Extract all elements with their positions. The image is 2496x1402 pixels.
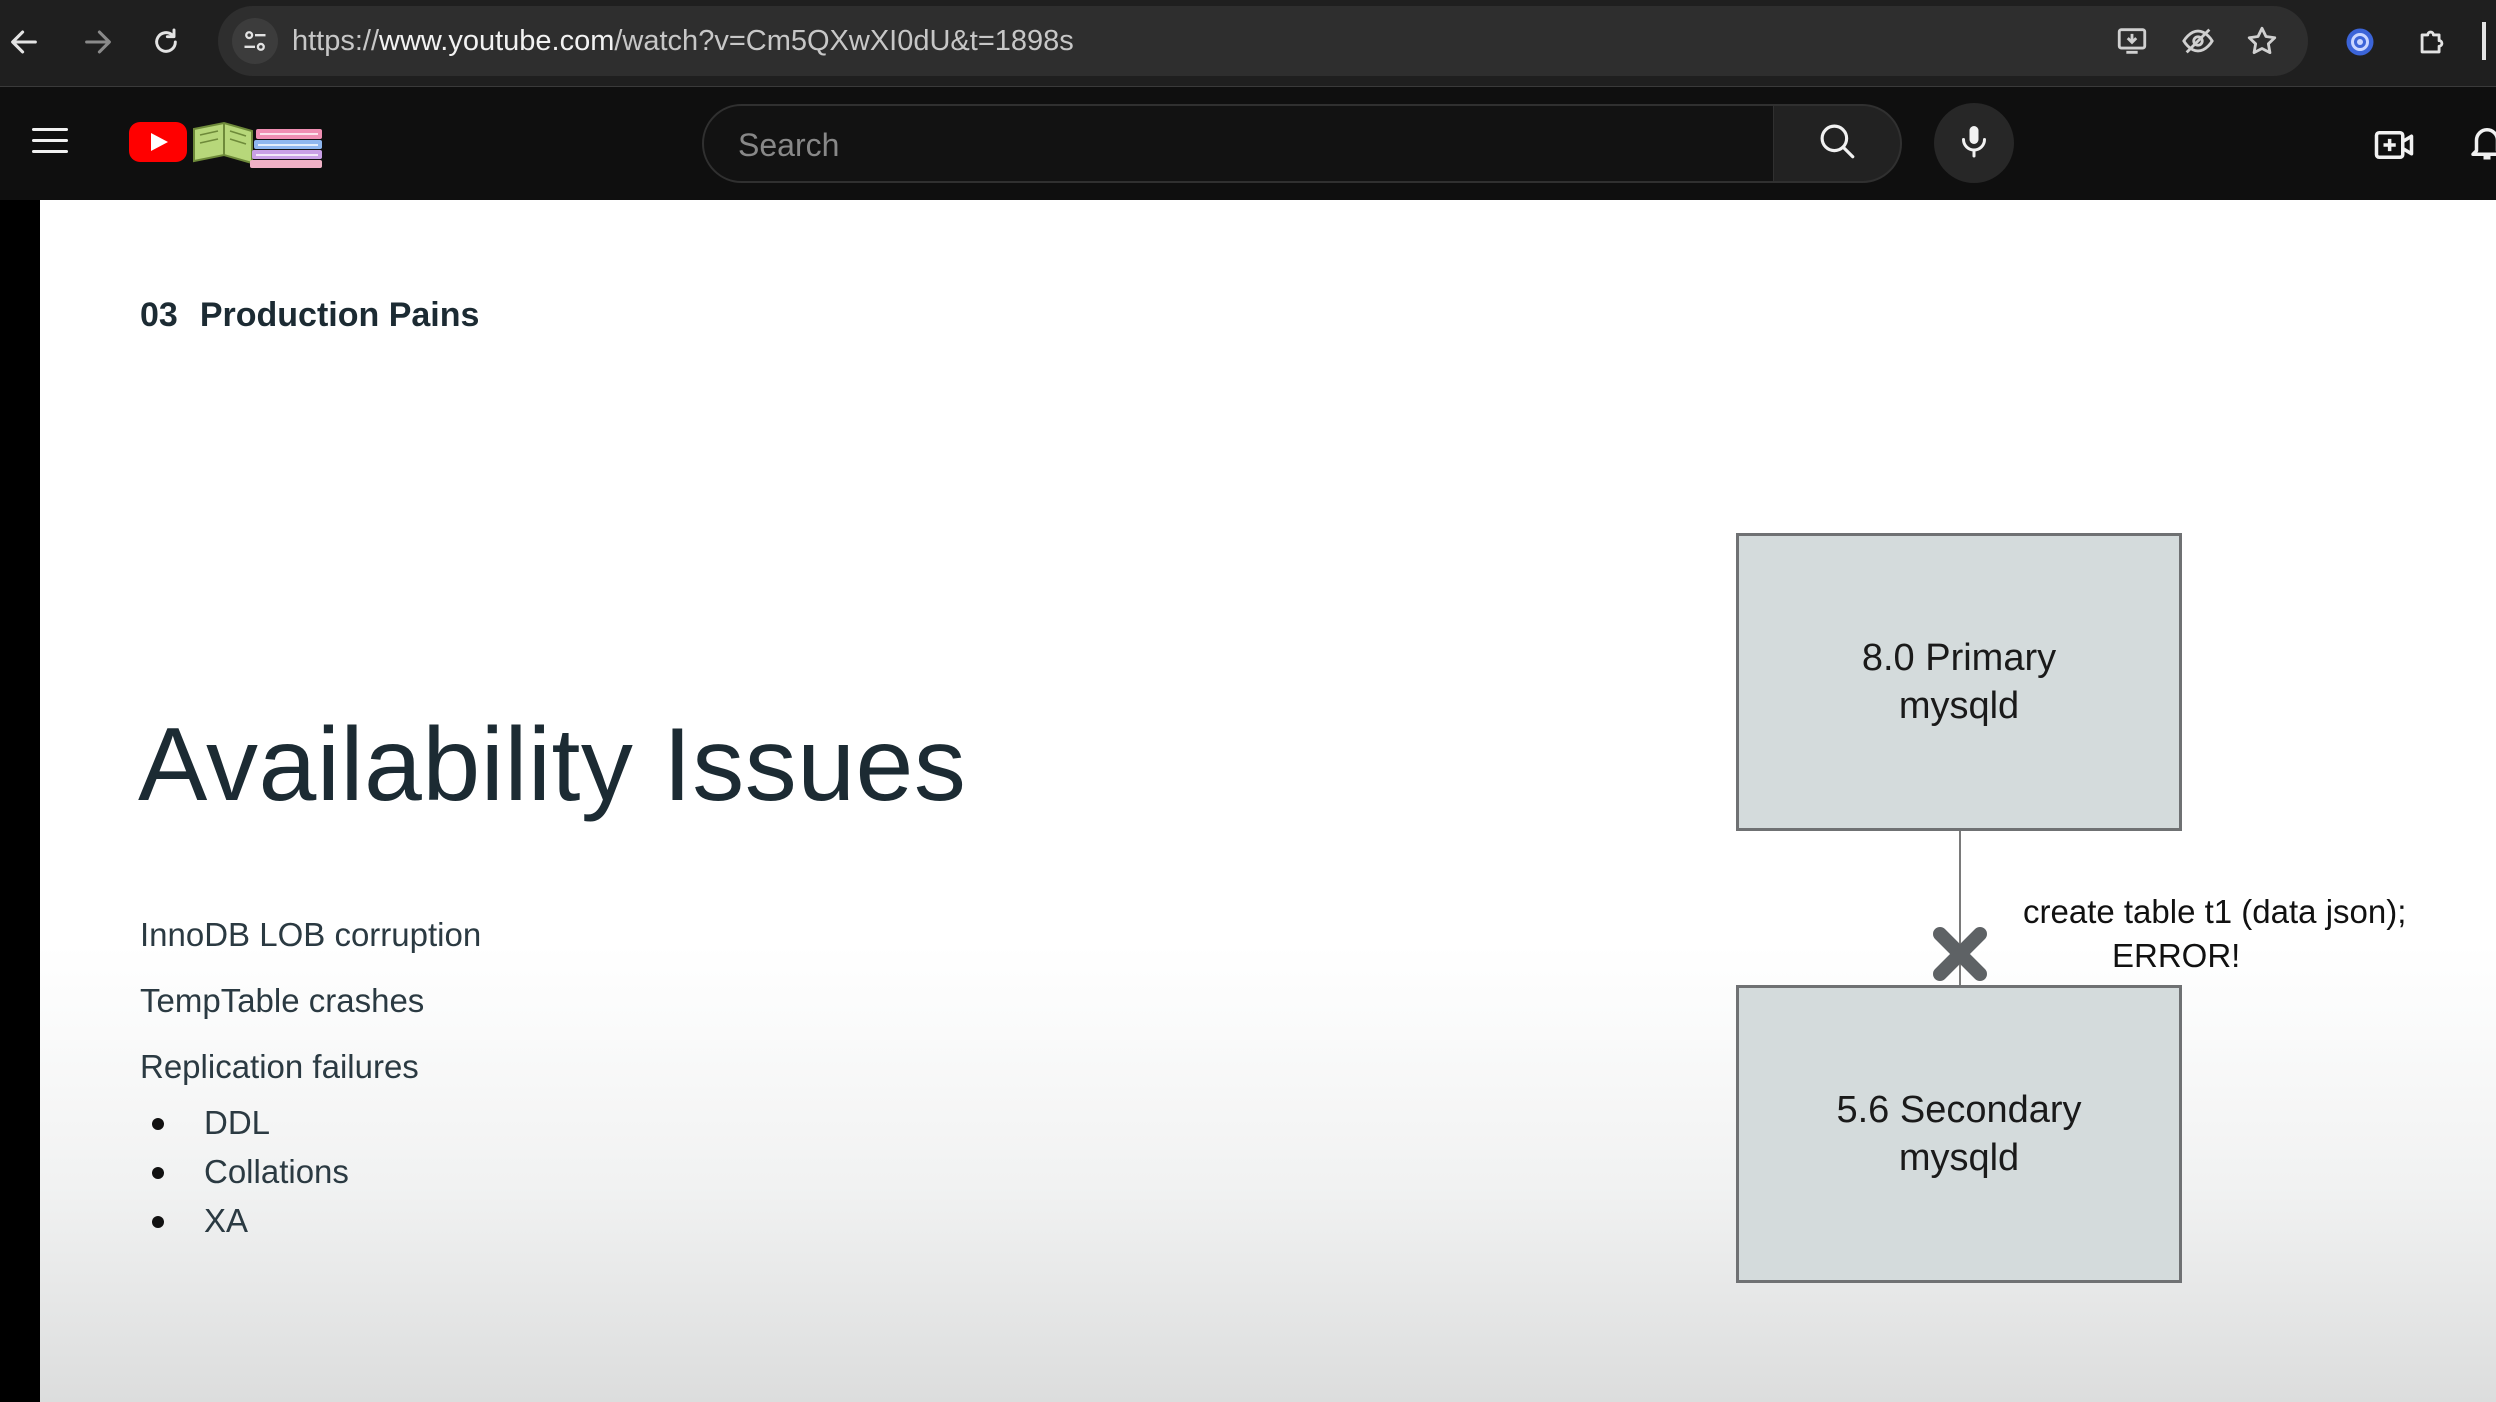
search-input[interactable]: Search bbox=[702, 104, 1775, 183]
bell-icon[interactable] bbox=[2466, 121, 2496, 169]
search-button[interactable] bbox=[1774, 104, 1902, 183]
voice-search-button[interactable] bbox=[1934, 103, 2014, 183]
section-number: 03 bbox=[140, 296, 178, 334]
bullet-item: DDL bbox=[152, 1098, 349, 1147]
youtube-masthead: Search bbox=[0, 87, 2496, 200]
secondary-box-line1: 5.6 Secondary bbox=[1836, 1089, 2082, 1131]
browser-toolbar: https://www.youtube.com/watch?v=Cm5QXwXI… bbox=[0, 0, 2496, 87]
address-bar[interactable]: https://www.youtube.com/watch?v=Cm5QXwXI… bbox=[218, 6, 2308, 76]
issue-list: InnoDB LOB corruption TempTable crashes … bbox=[140, 902, 481, 1100]
error-x-icon bbox=[1930, 924, 1990, 984]
video-frame[interactable]: 03 Production Pains Availability Issues I… bbox=[40, 200, 2496, 1402]
error-note: create table t1 (data json); ERROR! bbox=[2023, 890, 2406, 978]
list-item: Replication failures bbox=[140, 1048, 419, 1085]
forward-arrow-icon[interactable] bbox=[74, 18, 122, 66]
bullet-item: Collations bbox=[152, 1147, 349, 1196]
secondary-box-line2: mysqld bbox=[1898, 1137, 2020, 1179]
list-item: InnoDB LOB corruption bbox=[140, 916, 482, 953]
create-video-icon[interactable] bbox=[2370, 121, 2418, 169]
url-scheme: https:// bbox=[292, 25, 380, 57]
back-arrow-icon[interactable] bbox=[0, 18, 48, 66]
bullet-list: DDL Collations XA bbox=[152, 1098, 349, 1245]
secondary-server-box: 5.6 Secondary mysqld bbox=[1736, 985, 2182, 1283]
install-app-icon[interactable] bbox=[2114, 23, 2150, 59]
error-note-line1: create table t1 (data json); bbox=[2023, 893, 2407, 930]
toolbar-divider bbox=[2482, 22, 2486, 60]
url-path: /watch?v=Cm5QXwXI0dU&t=1898s bbox=[614, 25, 1074, 57]
slide-title: Availability Issues bbox=[138, 707, 967, 823]
search-placeholder: Search bbox=[738, 127, 840, 163]
search-icon bbox=[1816, 120, 1858, 167]
bullet-item: XA bbox=[152, 1196, 349, 1245]
reload-icon[interactable] bbox=[142, 18, 190, 66]
eye-slash-icon[interactable] bbox=[2180, 23, 2216, 59]
primary-box-line1: 8.0 Primary bbox=[1861, 637, 2057, 679]
url-host: www.youtube.com bbox=[379, 25, 615, 57]
site-info-icon[interactable] bbox=[232, 18, 278, 64]
star-icon[interactable] bbox=[2244, 23, 2280, 59]
microphone-icon bbox=[1956, 123, 1992, 164]
error-note-line2: ERROR! bbox=[2112, 937, 2241, 974]
url-text[interactable]: https://www.youtube.com/watch?v=Cm5QXwXI… bbox=[292, 25, 1074, 58]
primary-server-box: 8.0 Primary mysqld bbox=[1736, 533, 2182, 831]
puzzle-icon[interactable] bbox=[2408, 18, 2456, 66]
books-icon[interactable] bbox=[190, 115, 326, 171]
section-title: Production Pains bbox=[199, 296, 480, 334]
youtube-logo-icon[interactable] bbox=[129, 122, 187, 162]
hamburger-menu-icon[interactable] bbox=[26, 120, 74, 168]
section-header: 03 Production Pains bbox=[140, 296, 479, 335]
primary-box-line2: mysqld bbox=[1898, 685, 2020, 727]
list-item: TempTable crashes bbox=[140, 982, 425, 1019]
extension-profile-icon[interactable] bbox=[2336, 18, 2384, 66]
